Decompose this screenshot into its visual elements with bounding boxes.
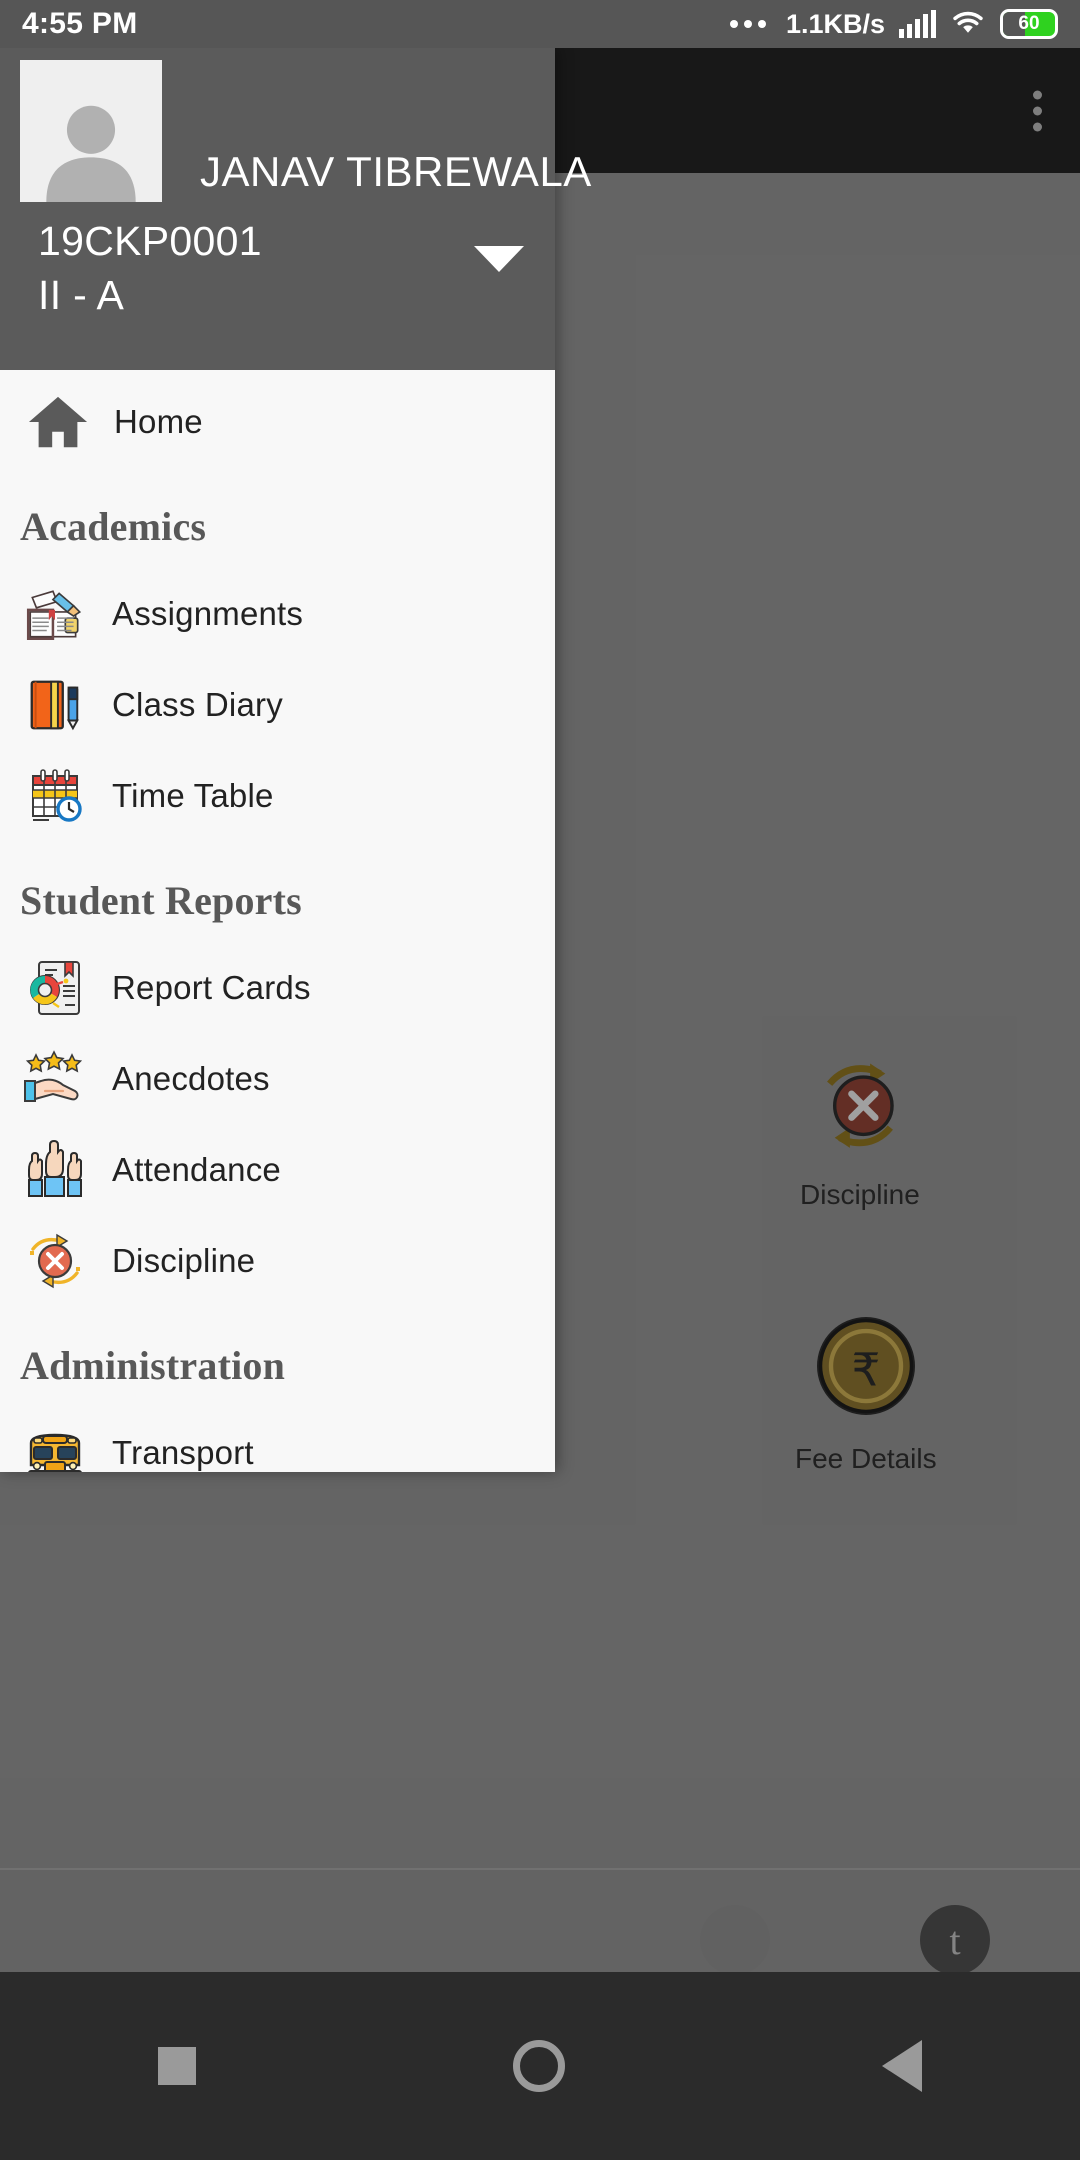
back-triangle-icon[interactable] <box>882 2040 922 2092</box>
menu-label-report-cards: Report Cards <box>112 969 311 1007</box>
menu-item-time-table[interactable]: Time Table <box>0 750 555 841</box>
student-id: 19CKP0001 <box>38 218 262 265</box>
school-bus-icon <box>20 1418 90 1473</box>
menu-label-home: Home <box>114 403 203 441</box>
section-title-administration: Administration <box>0 1306 555 1407</box>
chevron-down-icon[interactable] <box>474 246 524 272</box>
network-speed-label: 1.1KB/s <box>786 9 885 40</box>
menu-item-class-diary[interactable]: Class Diary <box>0 659 555 750</box>
recent-apps-icon[interactable] <box>158 2047 196 2085</box>
menu-label-discipline: Discipline <box>112 1242 255 1280</box>
user-avatar-placeholder[interactable] <box>20 60 162 202</box>
menu-item-attendance[interactable]: Attendance <box>0 1124 555 1215</box>
home-circle-icon[interactable] <box>513 2040 565 2092</box>
home-icon <box>20 387 96 457</box>
menu-item-home[interactable]: Home <box>0 376 555 467</box>
timetable-calendar-clock-icon <box>20 761 90 831</box>
menu-item-assignments[interactable]: Assignments <box>0 568 555 659</box>
report-card-chart-icon <box>20 953 90 1023</box>
student-class: II - A <box>38 272 124 319</box>
android-navigation-bar[interactable] <box>0 1972 1080 2160</box>
class-diary-notebook-icon <box>20 670 90 740</box>
section-title-academics: Academics <box>0 467 555 568</box>
menu-item-discipline[interactable]: Discipline <box>0 1215 555 1306</box>
navigation-drawer[interactable]: JANAV TIBREWALA 19CKP0001 II - A Home Ac… <box>0 48 555 1472</box>
raised-hands-icon <box>20 1135 90 1205</box>
menu-label-transport: Transport <box>112 1434 254 1472</box>
menu-item-transport[interactable]: Transport <box>0 1407 555 1472</box>
menu-label-assignments: Assignments <box>112 595 303 633</box>
battery-level-label: 60 <box>1018 13 1039 35</box>
menu-label-attendance: Attendance <box>112 1151 281 1189</box>
drawer-header: JANAV TIBREWALA 19CKP0001 II - A <box>0 48 555 370</box>
assignments-book-pencil-icon <box>20 579 90 649</box>
status-clock: 4:55 PM <box>22 7 137 41</box>
menu-label-anecdotes: Anecdotes <box>112 1060 270 1098</box>
more-dots-icon <box>730 20 766 28</box>
drawer-menu-list[interactable]: Home Academics <box>0 370 555 1472</box>
stars-hand-icon <box>20 1044 90 1114</box>
cellular-signal-icon <box>899 10 936 38</box>
status-icons: 1.1KB/s 60 <box>730 7 1058 42</box>
student-name: JANAV TIBREWALA <box>200 148 592 196</box>
menu-label-time-table: Time Table <box>112 777 274 815</box>
status-bar: 4:55 PM 1.1KB/s 60 <box>0 0 1080 48</box>
menu-label-class-diary: Class Diary <box>112 686 283 724</box>
menu-item-anecdotes[interactable]: Anecdotes <box>0 1033 555 1124</box>
battery-icon: 60 <box>1000 9 1058 39</box>
menu-item-report-cards[interactable]: Report Cards <box>0 942 555 1033</box>
wifi-icon <box>950 7 986 42</box>
section-title-student-reports: Student Reports <box>0 841 555 942</box>
discipline-icon <box>20 1226 90 1296</box>
